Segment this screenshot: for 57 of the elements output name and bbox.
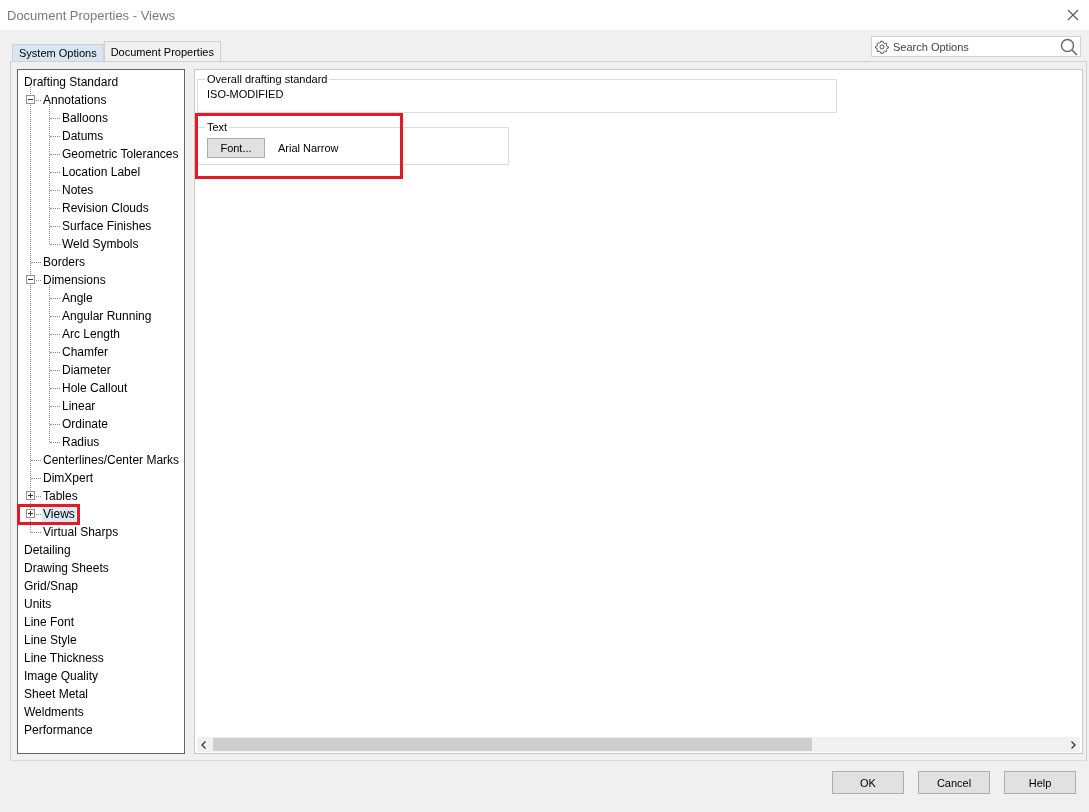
close-icon[interactable] [1067, 9, 1079, 21]
highlight-frame [17, 504, 80, 525]
tree-item[interactable]: Drafting Standard [23, 74, 120, 90]
tree-item[interactable]: Sheet Metal [23, 686, 90, 702]
font-button[interactable]: Font... [207, 138, 265, 158]
tree-item[interactable]: Chamfer [61, 344, 109, 360]
tree-item[interactable]: Units [23, 596, 53, 612]
standard-value: ISO-MODIFIED [207, 87, 285, 102]
dialog-button[interactable]: Help [1004, 771, 1076, 794]
tree-item[interactable]: Weld Symbols [61, 236, 140, 252]
tree-item[interactable]: Location Label [61, 164, 142, 180]
tree-item[interactable]: Tables [42, 488, 79, 504]
tree-item[interactable]: Geometric Tolerances [61, 146, 180, 162]
group-label: Overall drafting standard [205, 72, 330, 86]
tree-item[interactable]: Ordinate [61, 416, 110, 432]
plus-box-icon[interactable] [26, 509, 35, 518]
tree-item[interactable]: Dimensions [42, 272, 107, 288]
tree-item[interactable]: Notes [61, 182, 95, 198]
minus-box-icon[interactable] [26, 95, 35, 104]
tree-item[interactable]: Performance [23, 722, 94, 738]
tab[interactable]: Document Properties [103, 41, 221, 61]
tree-item[interactable]: Borders [42, 254, 87, 270]
settings-icon[interactable] [875, 39, 889, 54]
dialog-button[interactable]: OK [832, 771, 904, 794]
tree-item[interactable]: Radius [61, 434, 101, 450]
window-title: Document Properties - Views [7, 7, 176, 23]
search-field[interactable]: Search Options [871, 36, 1081, 57]
tree-item[interactable]: Revision Clouds [61, 200, 150, 216]
tree-item[interactable]: Line Style [23, 632, 78, 648]
minus-box-icon[interactable] [26, 275, 35, 284]
tree-item[interactable]: Line Font [23, 614, 76, 630]
tree-item[interactable]: Arc Length [61, 326, 122, 342]
tree-item[interactable]: Datums [61, 128, 105, 144]
tree-item[interactable]: Detailing [23, 542, 72, 558]
tree-item[interactable]: Image Quality [23, 668, 100, 684]
plus-box-icon[interactable] [26, 491, 35, 500]
tree-item[interactable]: Drawing Sheets [23, 560, 110, 576]
tree-item[interactable]: Angle [61, 290, 94, 306]
tree-item[interactable]: Annotations [42, 92, 108, 108]
tree-item[interactable]: Balloons [61, 110, 110, 126]
tree-item[interactable]: Centerlines/Center Marks [42, 452, 181, 468]
tree-item[interactable]: Diameter [61, 362, 112, 378]
tree-item[interactable]: Virtual Sharps [42, 524, 120, 540]
tree-item[interactable]: DimXpert [42, 470, 94, 486]
horizontal-scrollbar[interactable] [197, 737, 1080, 752]
tree-item[interactable]: Linear [61, 398, 97, 414]
dialog-button[interactable]: Cancel [918, 771, 990, 794]
tree-item[interactable]: Hole Callout [61, 380, 129, 396]
tree-item[interactable]: Surface Finishes [61, 218, 153, 234]
tree-item[interactable]: Angular Running [61, 308, 153, 324]
tree-item[interactable]: Weldments [23, 704, 85, 720]
search-icon[interactable] [1060, 37, 1078, 56]
scrollbar-thumb[interactable] [213, 738, 812, 751]
group-label: Text [205, 120, 230, 134]
tree-item[interactable]: Line Thickness [23, 650, 105, 666]
font-name: Arial Narrow [278, 142, 339, 154]
tree-item[interactable]: Grid/Snap [23, 578, 80, 594]
